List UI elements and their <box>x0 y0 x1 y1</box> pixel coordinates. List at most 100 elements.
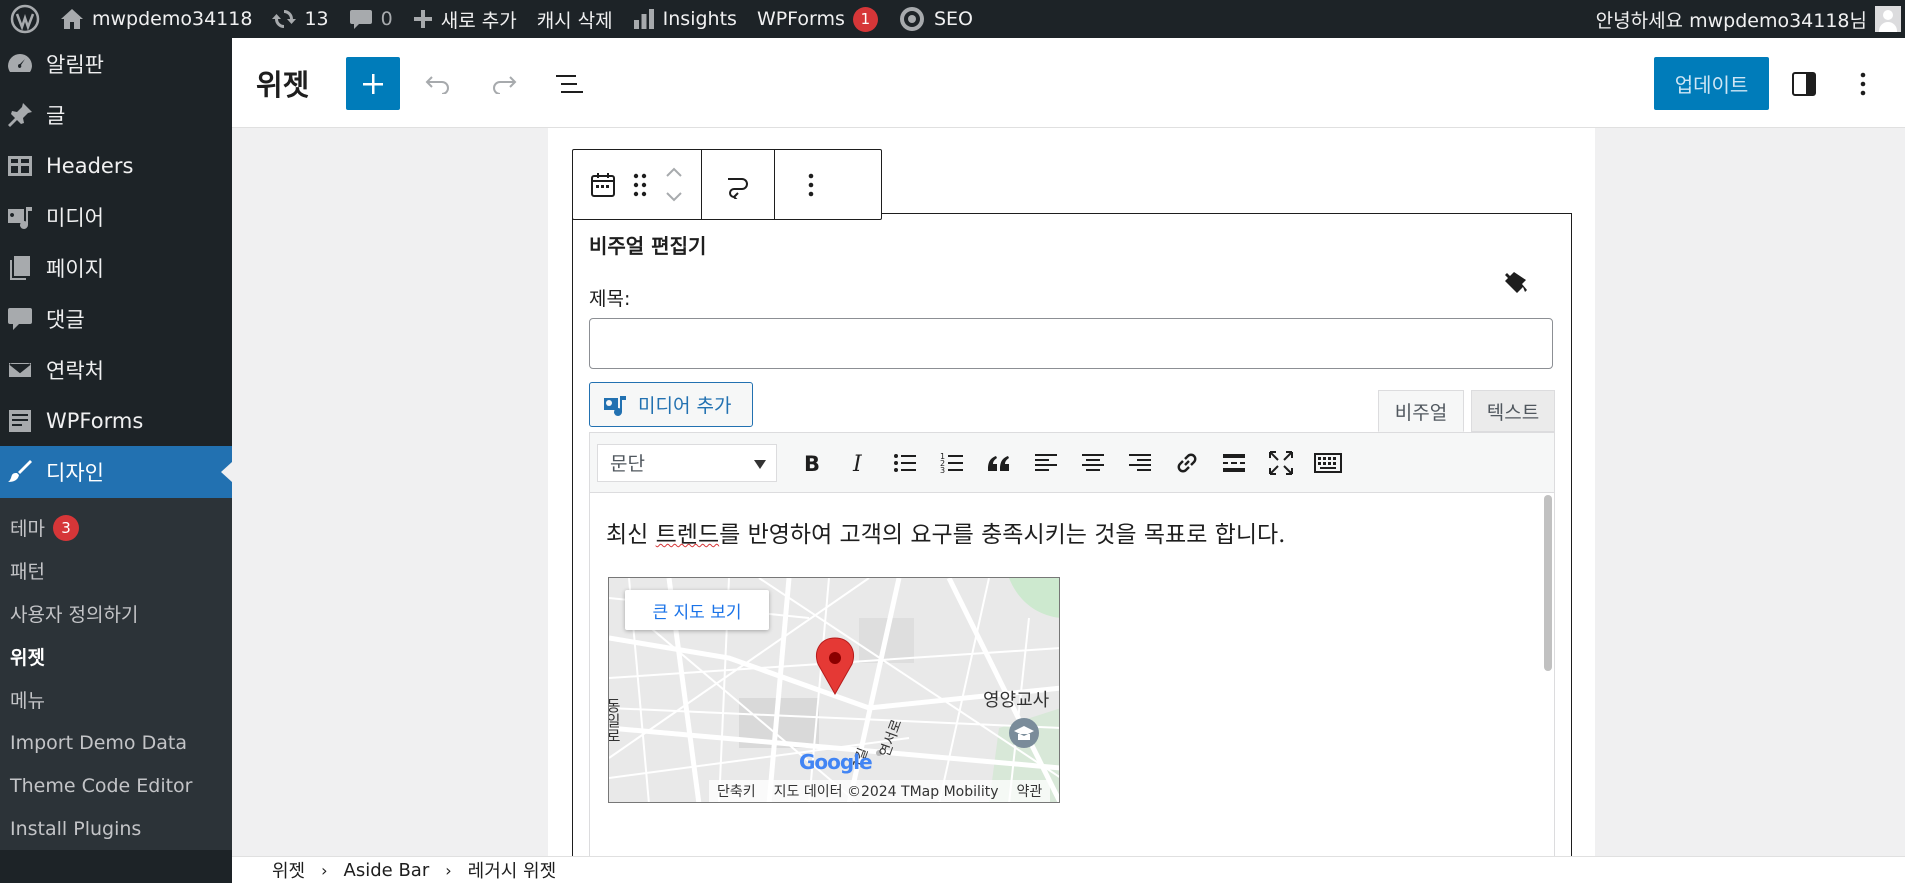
breadcrumb-item-widgets[interactable]: 위젯 <box>272 857 305 883</box>
sidebar-item-comments[interactable]: 댓글 <box>0 293 232 344</box>
clear-cache-label: 캐시 삭제 <box>536 9 613 32</box>
editor-content-area[interactable]: 최신 트렌드를 반영하여 고객의 요구를 충족시키는 것을 목표로 합니다. 큰… <box>590 493 1554 883</box>
quote-icon <box>987 455 1009 471</box>
toolbar-toggle-button[interactable] <box>1304 441 1351 485</box>
site-name: mwpdemo34118 <box>92 8 253 30</box>
sidebar-toggle-icon <box>1792 72 1816 96</box>
fullscreen-button[interactable] <box>1257 441 1304 485</box>
align-left-button[interactable] <box>1022 441 1069 485</box>
map-shortcuts-link[interactable]: 단축키 <box>717 781 756 801</box>
insights-label: Insights <box>662 8 737 30</box>
block-options-button[interactable] <box>787 165 835 205</box>
block-toolbar <box>572 149 882 220</box>
new-content-link[interactable]: 새로 추가 <box>403 0 527 38</box>
submenu-import-demo[interactable]: Import Demo Data <box>0 721 232 764</box>
legacy-widget-block[interactable]: 비주얼 편집기 제목: 미디어 추가 비주얼 텍스트 문단 B I 123 최신… <box>572 213 1572 883</box>
bold-icon: B <box>804 452 820 476</box>
comment-bubble-icon <box>349 10 372 29</box>
options-menu-button[interactable] <box>1843 64 1883 104</box>
brush-icon <box>8 460 32 482</box>
chevron-down-icon[interactable] <box>665 192 683 202</box>
move-buttons <box>657 160 691 210</box>
sidebar-item-label: 연락처 <box>46 358 104 383</box>
paragraph-format-select[interactable]: 문단 <box>597 443 777 482</box>
align-center-button[interactable] <box>1069 441 1116 485</box>
clear-cache-link[interactable]: 캐시 삭제 <box>527 0 623 38</box>
comments-count: 0 <box>380 8 393 30</box>
comment-icon <box>8 307 32 330</box>
insights-link[interactable]: Insights <box>623 0 747 38</box>
sidebar-item-media[interactable]: 미디어 <box>0 191 232 242</box>
sidebar-item-wpforms[interactable]: WPForms <box>0 395 232 446</box>
comments-link[interactable]: 0 <box>339 0 403 38</box>
plus-icon <box>413 10 432 28</box>
add-block-button[interactable] <box>346 57 400 110</box>
editor-toolbar: 문단 B I 123 <box>590 433 1554 493</box>
bullet-list-button[interactable] <box>881 441 928 485</box>
forms-icon <box>9 409 31 432</box>
sidebar-item-label: 댓글 <box>46 307 85 332</box>
settings-panel-button[interactable] <box>1784 64 1824 104</box>
editor-scrollbar[interactable] <box>1544 495 1552 671</box>
submenu-theme-code-editor[interactable]: Theme Code Editor <box>0 764 232 807</box>
submenu-widgets[interactable]: 위젯 <box>0 635 232 678</box>
submenu-themes[interactable]: 테마 3 <box>0 506 232 549</box>
seo-link[interactable]: SEO <box>888 0 983 38</box>
read-more-button[interactable] <box>1210 441 1257 485</box>
transform-button[interactable] <box>714 165 762 205</box>
view-larger-map-button[interactable]: 큰 지도 보기 <box>625 590 769 630</box>
submenu-install-plugins[interactable]: Install Plugins <box>0 807 232 850</box>
submenu-label: Import Demo Data <box>10 731 187 754</box>
submenu-label: 테마 <box>10 518 45 540</box>
sidebar-item-posts[interactable]: 글 <box>0 89 232 140</box>
sidebar-item-label: 페이지 <box>46 256 104 281</box>
widget-title-input[interactable] <box>589 318 1553 369</box>
sidebar-item-label: Headers <box>46 153 134 178</box>
sidebar-item-label: 알림판 <box>46 52 104 77</box>
user-account-link[interactable]: 안녕하세요 mwpdemo34118님 <box>1586 0 1905 38</box>
sidebar-item-dashboard[interactable]: 알림판 <box>0 38 232 89</box>
misspelled-word: 트렌드 <box>655 522 720 548</box>
site-name-link[interactable]: mwpdemo34118 <box>50 0 262 38</box>
sidebar-item-appearance[interactable]: 디자인 <box>0 446 232 498</box>
add-media-button[interactable]: 미디어 추가 <box>589 382 753 427</box>
wordpress-logo[interactable] <box>0 0 50 38</box>
breadcrumb-item-legacy-widget[interactable]: 레거시 위젯 <box>468 857 557 883</box>
numbered-list-button[interactable]: 123 <box>928 441 975 485</box>
undo-icon <box>425 76 449 94</box>
page-title: 위젯 <box>256 68 310 102</box>
updates-count: 13 <box>304 8 329 30</box>
updates-link[interactable]: 13 <box>262 0 338 38</box>
block-breadcrumb: 위젯 › Aside Bar › 레거시 위젯 <box>232 856 1905 883</box>
new-content-label: 새로 추가 <box>440 9 517 32</box>
sidebar-item-contacts[interactable]: 연락처 <box>0 344 232 395</box>
submenu-customize[interactable]: 사용자 정의하기 <box>0 592 232 635</box>
sidebar-item-headers[interactable]: Headers <box>0 140 232 191</box>
block-type-button[interactable] <box>583 165 623 205</box>
wpforms-label: WPForms <box>756 8 845 30</box>
breadcrumb-item-aside-bar[interactable]: Aside Bar <box>344 860 430 881</box>
submenu-label: 패턴 <box>10 561 45 583</box>
map-terms-link[interactable]: 약관 <box>1017 781 1043 801</box>
submenu-menus[interactable]: 메뉴 <box>0 678 232 721</box>
bold-button[interactable]: B <box>787 441 834 485</box>
embedded-map[interactable]: 큰 지도 보기 영양교사 동일로 연서로 1길 Google 단축키 지도 데이… <box>608 577 1060 803</box>
submenu-patterns[interactable]: 패턴 <box>0 549 232 592</box>
wpforms-link[interactable]: WPForms 1 <box>747 0 888 38</box>
blockquote-button[interactable] <box>975 441 1022 485</box>
chevron-up-icon[interactable] <box>665 167 683 177</box>
map-footer: 단축키 지도 데이터 ©2024 TMap Mobility 약관 <box>709 780 1051 802</box>
link-icon <box>1177 453 1196 472</box>
list-view-button[interactable] <box>550 64 590 104</box>
redo-button[interactable] <box>484 64 524 104</box>
update-button[interactable]: 업데이트 <box>1654 57 1769 110</box>
tab-text[interactable]: 텍스트 <box>1471 390 1555 432</box>
italic-button[interactable]: I <box>834 441 881 485</box>
sidebar-item-pages[interactable]: 페이지 <box>0 242 232 293</box>
drag-handle[interactable] <box>623 165 657 205</box>
tab-visual[interactable]: 비주얼 <box>1378 390 1464 432</box>
insert-link-button[interactable] <box>1163 441 1210 485</box>
align-right-button[interactable] <box>1116 441 1163 485</box>
list-view-icon <box>556 75 583 93</box>
undo-button[interactable] <box>418 64 458 104</box>
